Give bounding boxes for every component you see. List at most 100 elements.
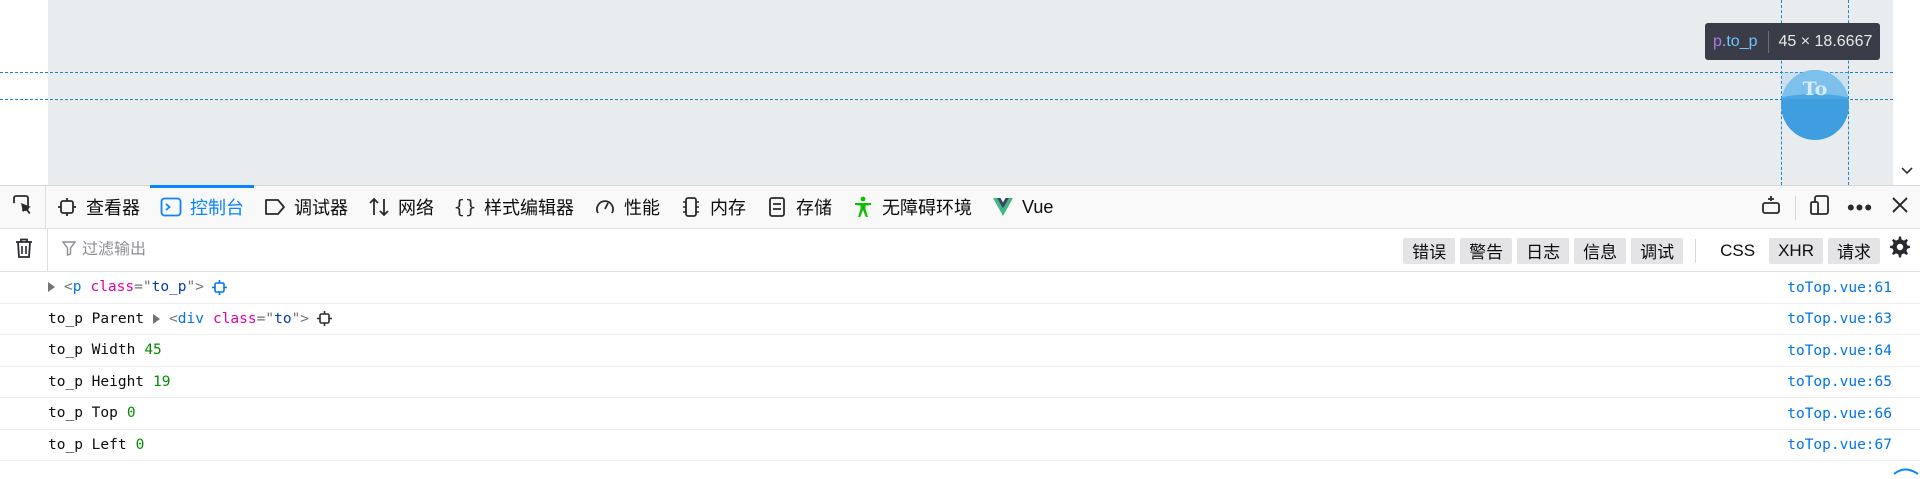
accessibility-icon [852,196,874,218]
source-link[interactable]: toTop.vue:67 [1787,430,1892,461]
tab-vue[interactable]: Vue [982,186,1063,229]
devtools-window-controls: ••• [1751,186,1920,229]
source-link[interactable]: toTop.vue:63 [1787,304,1892,335]
console-output: <p class="to_p"> toTop.vue:61 to_p Parent… [0,272,1920,475]
filter-icon [61,240,77,260]
style-editor-icon: {} [453,196,477,218]
tab-debugger[interactable]: 调试器 [254,186,358,229]
page-scrollbar[interactable] [1893,0,1920,185]
split-console-icon [1760,194,1782,222]
log-label: to_p Top [48,405,118,422]
filter-input[interactable] [82,241,682,259]
tab-accessibility[interactable]: 无障碍环境 [842,186,982,229]
log-value: 0 [126,405,136,422]
tab-network-label: 网络 [398,198,434,218]
memory-icon [680,196,702,218]
tooltip-selector: p.to_p [1713,33,1758,51]
tab-performance[interactable]: 性能 [584,186,670,229]
element-info-tooltip: p.to_p 45 × 18.6667 [1705,23,1881,60]
source-link[interactable]: toTop.vue:65 [1787,367,1892,398]
scroll-down-icon[interactable] [1900,164,1914,178]
devtools-tabbar: 查看器 控制台 调试器 网络 {} 样式编辑器 性能 内存 存储 无障碍环境 V… [0,184,1920,229]
highlight-guide-top [0,72,1893,73]
filter-logs-button[interactable]: 日志 [1517,237,1570,264]
tab-debugger-label: 调试器 [294,198,348,218]
expand-icon[interactable] [153,313,161,324]
highlight-guide-bottom [0,99,1893,100]
log-value: 45 [144,342,162,359]
tab-storage-label: 存储 [796,198,832,218]
filter-requests-button[interactable]: 请求 [1828,237,1880,264]
console-row: to_p Width 45 toTop.vue:64 [0,335,1920,367]
log-label: to_p Width [48,342,136,359]
log-value: 19 [153,373,171,390]
tab-accessibility-label: 无障碍环境 [882,198,972,218]
tab-performance-label: 性能 [624,198,660,218]
filter-css-button[interactable]: CSS [1711,238,1764,264]
select-node-icon[interactable] [211,279,227,295]
toggle-split-console-button[interactable] [1751,186,1791,229]
element-preview[interactable]: <p class="to_p"> [64,279,204,295]
tab-memory-label: 内存 [710,198,746,218]
toolbar-divider [1795,195,1796,220]
tooltip-divider [1767,30,1769,53]
filter-debug-button[interactable]: 调试 [1631,237,1684,264]
clear-console-button[interactable] [0,228,48,272]
filter-output-field[interactable] [61,240,962,260]
responsive-design-icon [1809,194,1831,222]
console-filterbar: 错误 警告 日志 信息 调试 CSS XHR 请求 [0,228,1920,272]
to-top-button[interactable]: To [1781,70,1849,140]
gear-icon [1888,235,1912,266]
page-viewport: To p.to_p 45 × 18.6667 [0,0,1920,185]
source-link[interactable]: toTop.vue:64 [1787,335,1892,366]
performance-icon [594,196,616,218]
source-link[interactable]: toTop.vue:61 [1787,272,1892,303]
console-row: to_p Left 0 toTop.vue:67 [0,430,1920,461]
tooltip-class: .to_p [1721,32,1758,50]
select-node-icon[interactable] [317,311,333,327]
tab-network[interactable]: 网络 [358,186,444,229]
element-picker-button[interactable] [0,185,46,229]
storage-icon [766,196,788,218]
responsive-design-button[interactable] [1800,186,1840,229]
element-picker-icon [12,194,34,221]
filter-divider [1695,238,1697,263]
log-value: 0 [135,436,145,453]
log-label: to_p Parent [48,310,145,327]
close-icon [1891,196,1909,220]
more-icon: ••• [1846,194,1874,220]
log-label: to_p Left [48,436,127,453]
tooltip-tag: p [1713,32,1722,50]
element-preview[interactable]: <div class="to"> [169,311,309,327]
tab-style-editor[interactable]: {} 样式编辑器 [444,186,584,229]
inspector-icon [56,196,78,218]
tab-inspector[interactable]: 查看器 [46,186,150,229]
console-settings-button[interactable] [1880,229,1920,272]
devtools-panel: 查看器 控制台 调试器 网络 {} 样式编辑器 性能 内存 存储 无障碍环境 V… [0,184,1920,475]
tab-style-editor-label: 样式编辑器 [484,198,574,218]
source-link[interactable]: toTop.vue:66 [1787,398,1892,429]
vue-icon [992,196,1014,218]
tab-console-label: 控制台 [190,198,244,218]
debugger-icon [264,196,286,218]
tab-vue-label: Vue [1022,196,1054,217]
close-devtools-button[interactable] [1880,186,1920,229]
tab-memory[interactable]: 内存 [670,186,756,229]
filter-xhr-button[interactable]: XHR [1769,237,1823,264]
console-row: <p class="to_p"> toTop.vue:61 [0,272,1920,304]
filter-errors-button[interactable]: 错误 [1403,237,1456,264]
more-options-button[interactable]: ••• [1840,186,1880,229]
console-icon [160,196,182,218]
log-label: to_p Height [48,373,145,390]
trash-icon [14,237,34,264]
console-row: to_p Height 19 toTop.vue:65 [0,367,1920,398]
tab-console[interactable]: 控制台 [150,184,254,229]
filter-warnings-button[interactable]: 警告 [1460,237,1513,264]
filter-info-button[interactable]: 信息 [1574,237,1627,264]
tab-storage[interactable]: 存储 [756,186,842,229]
to-top-label: To [1802,78,1828,100]
console-row: to_p Top 0 toTop.vue:66 [0,398,1920,430]
network-icon [368,196,390,218]
expand-icon[interactable] [48,282,55,293]
page-content-area [48,0,1893,185]
